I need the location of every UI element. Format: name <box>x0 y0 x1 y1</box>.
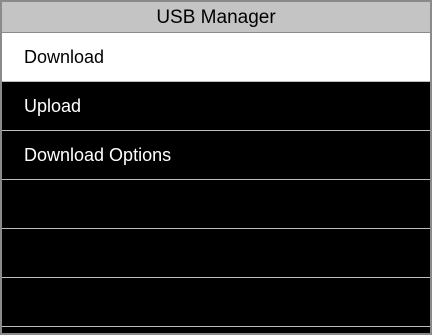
menu-item-download-options[interactable]: Download Options <box>2 131 430 180</box>
screen-title: USB Manager <box>2 2 430 33</box>
menu-item-upload[interactable]: Upload <box>2 82 430 131</box>
menu-item-download[interactable]: Download <box>2 33 430 82</box>
menu-item-empty-2 <box>2 229 430 278</box>
menu-item-empty-1 <box>2 180 430 229</box>
usb-manager-screen: USB Manager Download Upload Download Opt… <box>0 0 432 335</box>
usb-menu-list: Download Upload Download Options <box>2 33 430 327</box>
menu-item-empty-3 <box>2 278 430 327</box>
